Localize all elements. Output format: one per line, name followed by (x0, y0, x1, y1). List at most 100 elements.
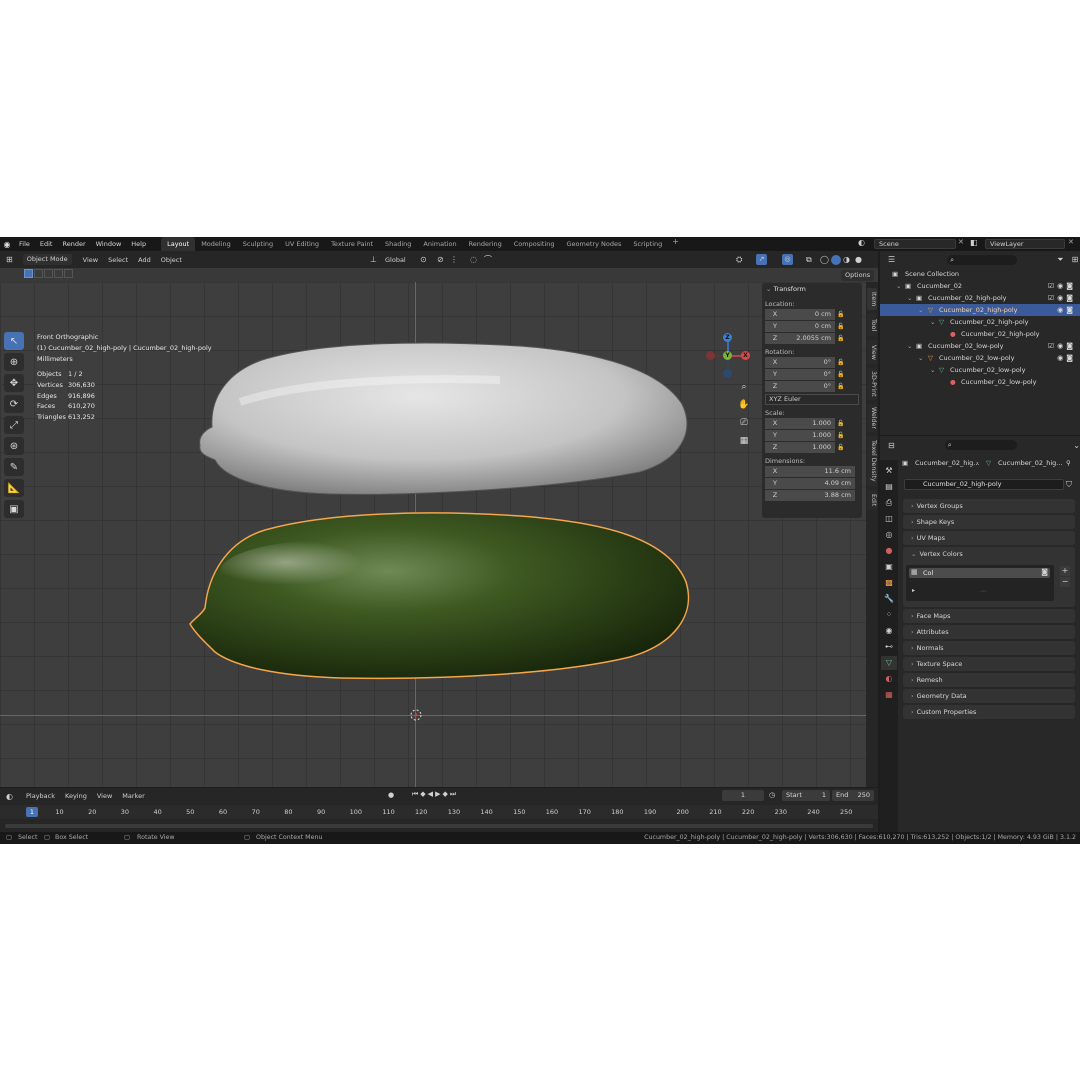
modifier-properties-icon[interactable]: 🔧 (881, 592, 897, 606)
material-properties-icon[interactable]: ◐ (881, 672, 897, 686)
transform-header[interactable]: ⌄ Transform (762, 283, 862, 296)
gizmo-x-axis[interactable]: X (741, 351, 750, 360)
high-poly-white-cucumber[interactable] (199, 342, 688, 495)
outliner-row-high-poly-mesh[interactable]: ⌄ ▽ Cucumber_02_high-poly (880, 316, 1080, 328)
gizmo-toggle-icon[interactable]: ↗ (756, 254, 767, 265)
pivot-icon[interactable]: ⊙ (420, 255, 427, 264)
camera-icon[interactable]: ◙ (1041, 568, 1048, 576)
outliner-row-high-poly-collection[interactable]: ⌄ ▣ Cucumber_02_high-poly ☑◉◙ (880, 292, 1080, 304)
render-properties-icon[interactable]: ▤ (881, 480, 897, 494)
timeline-scrollbar[interactable] (5, 824, 873, 828)
editor-type-icon[interactable]: ☰ (888, 255, 895, 264)
tab-tool[interactable]: Tool (867, 314, 877, 336)
grid-icon[interactable]: ▦ (738, 436, 750, 448)
scene-selector[interactable]: Scene (874, 239, 956, 249)
panel-attributes[interactable]: › Attributes (903, 625, 1075, 639)
annotate-tool-icon[interactable]: ✎ (4, 458, 24, 476)
location-z-field[interactable]: Z 2.0055 cm (765, 333, 835, 344)
visibility-icon[interactable]: ⛭ (736, 255, 742, 265)
proportional-edit-icon[interactable]: ◌ (470, 255, 477, 264)
panel-custom-properties[interactable]: › Custom Properties (903, 705, 1075, 719)
close-icon[interactable]: ✕ (1068, 238, 1074, 246)
3d-viewport[interactable]: ↖ ⊕ ✥ ⟳ ⤢ ⊛ ✎ 📐 ▣ Front Orthographic (1)… (0, 282, 866, 787)
properties-search-input[interactable]: ⌕ (944, 440, 1018, 450)
scale-y-field[interactable]: Y 1.000 (765, 430, 835, 441)
menu-file[interactable]: File (14, 237, 35, 251)
row-toggles[interactable]: ◉◙ (1057, 352, 1076, 364)
menu-timeline-view[interactable]: View (92, 792, 117, 800)
select-new-icon[interactable] (24, 269, 33, 278)
scale-z-field[interactable]: Z 1.000 (765, 442, 835, 453)
outliner-row-low-poly-object[interactable]: ⌄ ▽ Cucumber_02_low-poly ◉◙ (880, 352, 1080, 364)
add-cube-tool-icon[interactable]: ▣ (4, 500, 24, 518)
outliner-row-low-poly-mesh[interactable]: ⌄ ▽ Cucumber_02_low-poly (880, 364, 1080, 376)
select-intersect-icon[interactable] (64, 269, 73, 278)
tab-scripting[interactable]: Scripting (627, 237, 668, 251)
panel-geometry-data[interactable]: › Geometry Data (903, 689, 1075, 703)
panel-normals[interactable]: › Normals (903, 641, 1075, 655)
lock-icon[interactable]: 🔓 (835, 359, 847, 366)
rotation-mode-dropdown[interactable]: XYZ Euler (765, 394, 859, 405)
close-icon[interactable]: ✕ (958, 238, 964, 246)
object-mode-dropdown[interactable]: Object Mode (22, 254, 72, 265)
row-toggles[interactable]: ☑◉◙ (1048, 292, 1076, 304)
end-frame-field[interactable]: End 250 (832, 790, 874, 801)
clock-icon[interactable]: ◷ (769, 791, 775, 799)
outliner-row-high-poly-material[interactable]: ● Cucumber_02_high-poly (880, 328, 1080, 340)
start-frame-field[interactable]: Start 1 (782, 790, 830, 801)
panel-remesh[interactable]: › Remesh (903, 673, 1075, 687)
material-shading-icon[interactable]: ◑ (843, 255, 850, 264)
gizmo-z-axis[interactable]: Z (723, 333, 732, 342)
select-box-tool-icon[interactable]: ↖ (4, 332, 24, 350)
rotation-y-field[interactable]: Y 0° (765, 369, 835, 380)
texture-properties-icon[interactable]: ▦ (881, 688, 897, 702)
lock-icon[interactable]: 🔓 (835, 432, 847, 439)
snap-target-icon[interactable]: ⋮ (450, 255, 458, 264)
lock-icon[interactable]: 🔓 (835, 371, 847, 378)
dimension-x-field[interactable]: X 11.6 cm (765, 466, 855, 477)
row-toggles[interactable]: ☑◉◙ (1048, 340, 1076, 352)
tab-item[interactable]: Item (867, 288, 877, 310)
location-y-field[interactable]: Y0 cm (765, 321, 835, 332)
resize-handle-icon[interactable]: ⋯ (980, 588, 986, 595)
vertex-color-item[interactable]: Col (909, 568, 1050, 578)
low-poly-green-cucumber-selected[interactable] (189, 512, 690, 680)
menu-render[interactable]: Render (57, 237, 90, 251)
physics-properties-icon[interactable]: ◉ (881, 624, 897, 638)
lock-icon[interactable]: 🔓 (835, 311, 847, 318)
location-x-field[interactable]: X0 cm (765, 309, 835, 320)
camera-icon[interactable]: ⎚ (738, 418, 750, 430)
playhead[interactable]: 1 (26, 807, 38, 817)
remove-vertex-color-button[interactable]: − (1060, 577, 1070, 587)
menu-playback[interactable]: Playback (21, 792, 60, 800)
view-layer-selector[interactable]: ViewLayer (985, 239, 1065, 249)
cursor-tool-icon[interactable]: ⊕ (4, 353, 24, 371)
snap-icon[interactable]: ⊘ (437, 255, 444, 264)
row-toggles[interactable]: ◉◙ (1057, 304, 1076, 316)
menu-select[interactable]: Select (103, 256, 133, 264)
falloff-icon[interactable]: ⌒ (484, 254, 492, 265)
current-frame-field[interactable]: 1 (722, 790, 764, 801)
scale-tool-icon[interactable]: ⤢ (4, 416, 24, 434)
world-properties-icon[interactable]: ● (881, 544, 897, 558)
record-icon[interactable]: ● (388, 791, 394, 799)
menu-window[interactable]: Window (91, 237, 127, 251)
rotate-tool-icon[interactable]: ⟳ (4, 395, 24, 413)
lock-icon[interactable]: 🔓 (835, 323, 847, 330)
filter-icon[interactable]: ⏷ (1057, 255, 1063, 265)
solid-shading-icon[interactable] (831, 254, 841, 265)
tab-uv-editing[interactable]: UV Editing (279, 237, 325, 251)
options-dropdown[interactable]: Options (841, 270, 875, 281)
tab-texture-paint[interactable]: Texture Paint (325, 237, 379, 251)
menu-add[interactable]: Add (133, 256, 156, 264)
dimension-y-field[interactable]: Y 4.09 cm (765, 478, 855, 489)
tab-edit[interactable]: Edit (867, 490, 877, 510)
tab-animation[interactable]: Animation (417, 237, 462, 251)
menu-marker[interactable]: Marker (117, 792, 149, 800)
move-tool-icon[interactable]: ✥ (4, 374, 24, 392)
transform-tool-icon[interactable]: ⊛ (4, 437, 24, 455)
editor-type-icon[interactable]: ⊟ (888, 441, 895, 450)
tab-shading[interactable]: Shading (379, 237, 417, 251)
select-invert-icon[interactable] (54, 269, 63, 278)
pan-hand-icon[interactable]: ✋ (738, 400, 750, 412)
